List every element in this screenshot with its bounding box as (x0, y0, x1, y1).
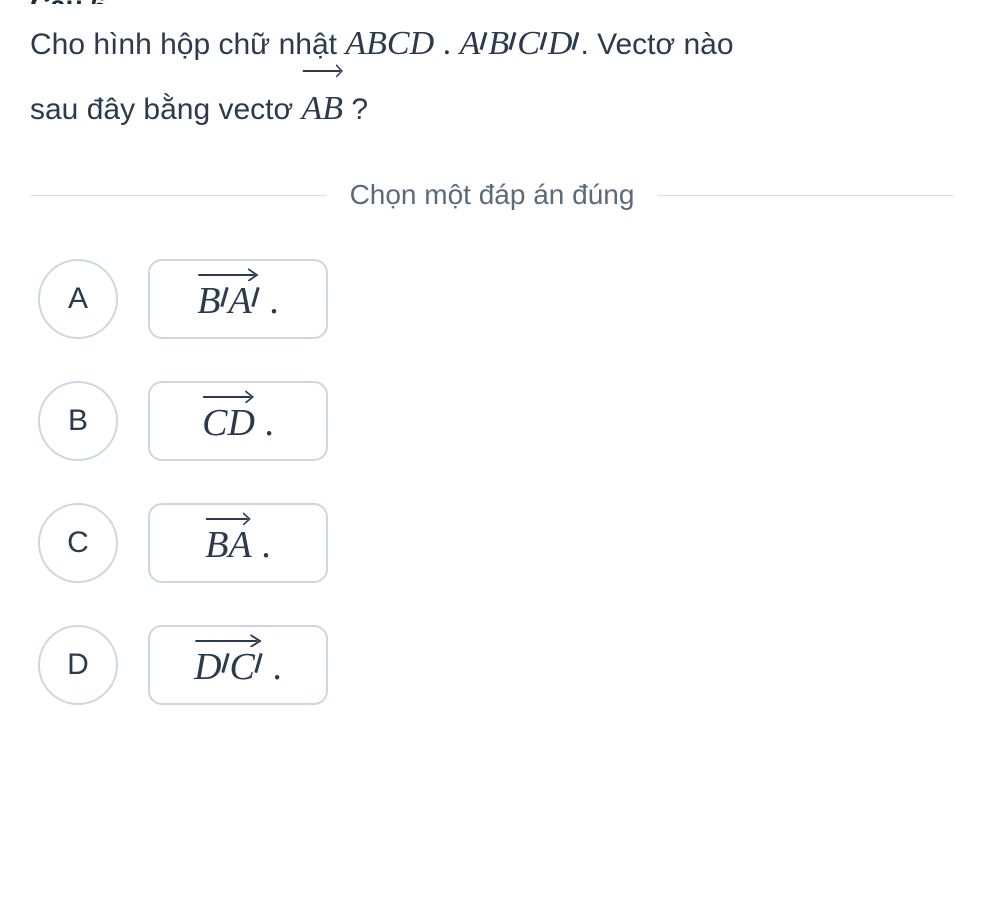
option-letter-circle[interactable]: B (38, 381, 118, 461)
divider-line (658, 195, 954, 196)
instruction-text: Chọn một đáp án đúng (326, 179, 659, 211)
options-list: A BA . B CD . (30, 259, 954, 705)
divider-line (30, 195, 326, 196)
instruction-row: Chọn một đáp án đúng (30, 179, 954, 211)
question-text: Cho hình hộp chữ nhật ABCD . ABCD . Vect… (30, 12, 954, 141)
math-box-label: ABCD . ABCD (345, 12, 580, 77)
option-a[interactable]: A BA . (38, 259, 954, 339)
question-line1-prefix: Cho hình hộp chữ nhật (30, 28, 345, 61)
question-number-cut: Câu 6 (30, 0, 954, 4)
option-c[interactable]: C BA . (38, 503, 954, 583)
vector-arrow-icon (197, 267, 259, 281)
option-content-box[interactable]: DC . (148, 625, 328, 705)
option-letter-circle[interactable]: C (38, 503, 118, 583)
vector-arrow-icon (205, 511, 251, 525)
option-content-box[interactable]: BA . (148, 503, 328, 583)
math-vector-ab: AB (302, 77, 344, 142)
option-content-box[interactable]: BA . (148, 259, 328, 339)
option-letter-circle[interactable]: A (38, 259, 118, 339)
question-line2-prefix: sau đây bằng vectơ (30, 93, 302, 126)
option-d[interactable]: D DC . (38, 625, 954, 705)
vector-arrow-icon (194, 633, 263, 647)
option-b[interactable]: B CD . (38, 381, 954, 461)
vector-arrow-icon (202, 389, 255, 403)
option-letter-circle[interactable]: D (38, 625, 118, 705)
vector-arrow-icon (302, 63, 344, 77)
question-line2-suffix: ? (351, 93, 368, 126)
question-line1-mid: . Vectơ nào (580, 28, 733, 61)
option-content-box[interactable]: CD . (148, 381, 328, 461)
